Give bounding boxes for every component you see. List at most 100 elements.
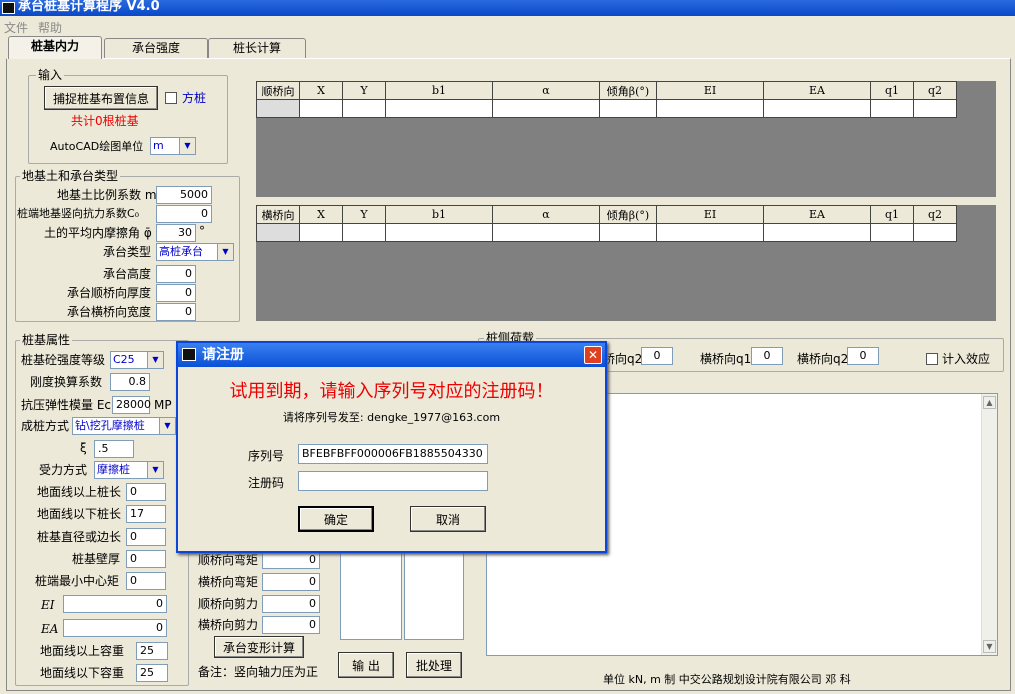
table-cell[interactable] [656,223,764,242]
table-cell[interactable] [342,99,386,118]
table-cell[interactable] [492,99,600,118]
table-cell[interactable] [342,223,386,242]
col-header: b1 [385,81,493,100]
below-len-input[interactable]: 17 [126,505,166,523]
pile-list-right[interactable] [404,550,464,640]
cap-height-input[interactable]: 0 [156,265,196,283]
serial-input[interactable]: BFEBFBFF000006FB1885504330 [298,444,488,464]
force-select[interactable]: 摩擦桩 ▼ [94,461,164,479]
c0-input[interactable]: 0 [156,205,212,223]
above-weight-input[interactable]: 25 [136,642,168,660]
dialog-message: 试用到期，请输入序列号对应的注册码！ [229,381,554,402]
scroll-down-icon[interactable]: ▼ [983,640,996,653]
long-table[interactable]: 顺桥向 X Y b1 α 倾角β(°) EI EA q1 q2 [256,81,957,118]
cad-unit-label: AutoCAD绘图单位 [50,140,144,153]
window-title: 承台桩基计算程序 V4.0 [0,0,1015,16]
table-cell[interactable] [870,99,914,118]
phi-input[interactable]: 30 [156,224,196,242]
table-cell[interactable] [492,223,600,242]
method-select[interactable]: 钻\挖孔摩擦桩 ▼ [72,417,176,435]
q1-trans-label: 横桥向q1 [700,352,752,366]
table-cell[interactable] [763,223,871,242]
diameter-label: 桩基直径或边长 [37,530,122,544]
scroll-up-icon[interactable]: ▲ [983,396,996,409]
ec-input[interactable]: 28000 [112,396,151,414]
table-cell[interactable] [299,99,343,118]
table-cell[interactable] [299,223,343,242]
table-cell[interactable] [870,223,914,242]
stiffness-input[interactable]: 0.8 [110,373,150,391]
col-header: 倾角β(°) [599,205,657,224]
table-cell[interactable] [385,99,493,118]
table-cell[interactable] [599,223,657,242]
axial-note: 备注：竖向轴力压为正 [198,665,319,679]
cap-long-input[interactable]: 0 [156,284,196,302]
table-cell[interactable] [256,99,300,118]
chevron-down-icon[interactable]: ▼ [147,462,163,478]
chevron-down-icon[interactable]: ▼ [179,138,195,154]
long-shear-input[interactable]: 0 [262,595,320,613]
output-button[interactable]: 输 出 [338,652,394,678]
col-header: EA [763,205,871,224]
soil-group-legend: 地基土和承台类型 [20,169,121,183]
chevron-down-icon[interactable]: ▼ [217,244,233,260]
close-icon[interactable]: ✕ [584,346,602,364]
col-header: q2 [913,205,957,224]
trans-table[interactable]: 横桥向 X Y b1 α 倾角β(°) EI EA q1 q2 [256,205,957,242]
xi-input[interactable]: .5 [94,440,134,458]
chevron-down-icon[interactable]: ▼ [159,418,175,434]
concrete-select[interactable]: C25 ▼ [110,351,164,369]
min-dist-input[interactable]: 0 [126,572,166,590]
deform-calc-button[interactable]: 承台变形计算 [214,636,304,658]
tab-pile-force[interactable]: 桩基内力 [8,36,102,59]
output-scrollbar[interactable]: ▲ ▼ [981,394,997,655]
square-pile-checkbox[interactable] [165,92,177,104]
col-header: b1 [385,205,493,224]
table-cell[interactable] [913,223,957,242]
include-effect-checkbox[interactable] [926,353,938,365]
wall-input[interactable]: 0 [126,550,166,568]
cad-unit-select[interactable]: m ▼ [150,137,196,155]
trans-shear-input[interactable]: 0 [262,616,320,634]
cap-type-select[interactable]: 高桩承台 ▼ [156,243,234,261]
below-weight-input[interactable]: 25 [136,664,168,682]
table-cell[interactable] [599,99,657,118]
ok-button[interactable]: 确定 [298,506,374,532]
long-moment-input[interactable]: 0 [262,551,320,569]
ea-label: EA [41,622,59,636]
table-cell[interactable] [256,223,300,242]
q2-long-input[interactable]: 0 [641,347,673,365]
tab-pile-length[interactable]: 桩长计算 [208,38,306,58]
m-input[interactable]: 5000 [156,186,212,204]
ea-input[interactable]: 0 [63,619,167,637]
menu-help[interactable]: 帮助 [38,19,62,36]
table-cell[interactable] [913,99,957,118]
pile-list-left[interactable] [340,550,402,640]
diameter-input[interactable]: 0 [126,528,166,546]
q2-trans-input[interactable]: 0 [847,347,879,365]
cap-trans-input[interactable]: 0 [156,303,196,321]
cancel-button[interactable]: 取消 [410,506,486,532]
ei-input[interactable]: 0 [63,595,167,613]
col-header: 顺桥向 [256,81,300,100]
min-dist-label: 桩端最小中心矩 [35,574,120,588]
col-header: Y [342,205,386,224]
xi-label: ξ [80,441,87,455]
tab-cap-strength[interactable]: 承台强度 [104,38,208,58]
table-cell[interactable] [656,99,764,118]
menu-file[interactable]: 文件 [4,19,28,36]
long-shear-label: 顺桥向剪力 [198,597,259,611]
below-len-label: 地面线以下桩长 [37,507,122,521]
ec-label: 抗压弹性模量 Ec [21,398,111,412]
c0-label: 桩端地基竖向抗力系数C₀ [17,207,140,220]
above-len-input[interactable]: 0 [126,483,166,501]
batch-button[interactable]: 批处理 [406,652,462,678]
table-cell[interactable] [763,99,871,118]
regcode-input[interactable] [298,471,488,491]
capture-layout-button[interactable]: 捕捉桩基布置信息 [44,86,158,110]
trans-moment-input[interactable]: 0 [262,573,320,591]
col-header: X [299,81,343,100]
q1-trans-input[interactable]: 0 [751,347,783,365]
table-cell[interactable] [385,223,493,242]
chevron-down-icon[interactable]: ▼ [147,352,163,368]
